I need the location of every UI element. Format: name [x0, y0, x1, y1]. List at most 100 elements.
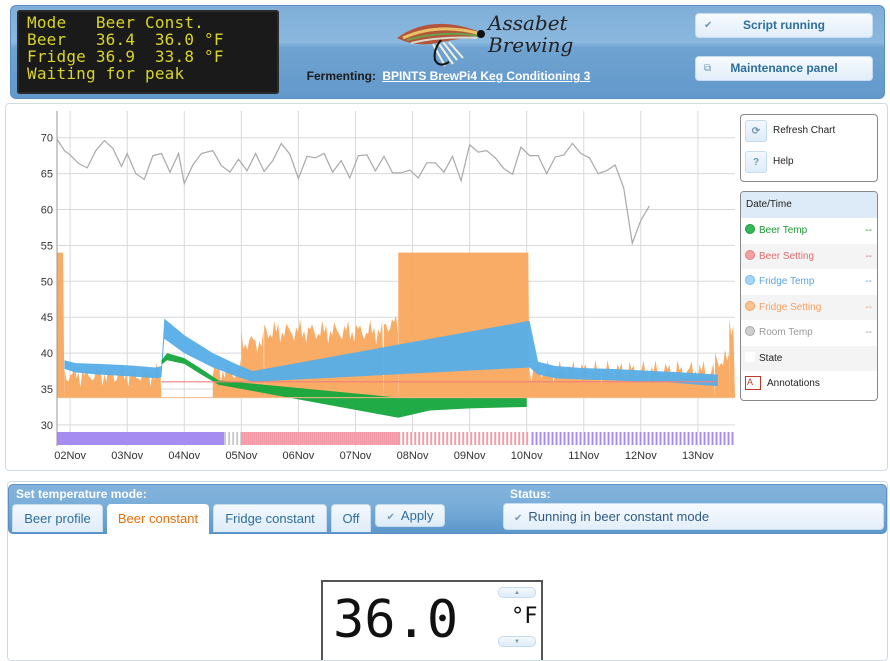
state-segment	[287, 432, 290, 445]
chart-controls: ⟳ Refresh Chart ? Help	[740, 114, 878, 182]
legend-datetime: Date/Time	[741, 192, 877, 218]
state-segment	[436, 432, 439, 445]
state-segment	[109, 432, 111, 445]
state-segment	[228, 432, 231, 445]
x-tick-label: 04Nov	[168, 450, 200, 462]
legend-label: Annotations	[767, 378, 820, 389]
state-segment	[621, 432, 624, 445]
state-segment	[414, 432, 417, 445]
state-segment	[135, 432, 137, 445]
state-segment	[645, 432, 648, 445]
help-icon: ?	[745, 151, 767, 173]
state-segment	[573, 432, 576, 445]
state-segment	[488, 432, 491, 445]
state-segment	[61, 432, 63, 445]
fridge-setting-bar	[715, 349, 730, 398]
state-segment	[504, 432, 507, 445]
state-segment	[587, 432, 590, 445]
tab-off[interactable]: Off	[331, 504, 371, 532]
state-segment	[363, 432, 366, 445]
x-tick-label: 06Nov	[283, 450, 315, 462]
state-segment	[687, 432, 690, 445]
state-segment	[77, 432, 79, 445]
state-segment	[549, 432, 552, 445]
state-segment	[333, 432, 336, 445]
state-segment	[719, 432, 722, 445]
state-segment	[101, 432, 103, 445]
setpoint-unit: °F	[511, 604, 538, 629]
apply-button[interactable]: ✔ Apply	[375, 504, 445, 527]
state-segment	[121, 432, 123, 445]
state-segment	[633, 432, 636, 445]
legend-item-beer-setting[interactable]: Beer Setting --	[741, 243, 877, 269]
state-segment	[309, 432, 312, 445]
state-segment	[410, 432, 413, 445]
legend-item-room-temp[interactable]: Room Temp --	[741, 320, 877, 346]
tab-beer-profile[interactable]: Beer profile	[12, 504, 103, 532]
state-segment	[440, 432, 443, 445]
state-segment	[261, 432, 264, 445]
help-label: Help	[773, 156, 794, 167]
legend-item-state[interactable]: State	[741, 345, 877, 371]
state-segment	[607, 432, 610, 445]
legend-value: --	[865, 276, 872, 287]
state-segment	[589, 432, 592, 445]
state-segment	[442, 432, 445, 445]
state-segment	[665, 432, 668, 445]
state-segment	[543, 432, 546, 445]
state-segment	[531, 432, 534, 445]
state-segment	[420, 432, 423, 445]
state-segment	[731, 432, 734, 445]
state-segment	[729, 432, 732, 445]
setpoint-input[interactable]: 36.0 ▲ °F ▼	[321, 580, 543, 660]
state-segment	[603, 432, 606, 445]
state-segment	[273, 432, 276, 445]
legend-item-beer-temp[interactable]: Beer Temp --	[741, 218, 877, 244]
state-segment	[516, 432, 519, 445]
x-tick-label: 05Nov	[225, 450, 257, 462]
state-segment	[93, 432, 95, 445]
state-segment	[89, 432, 91, 445]
state-segment	[303, 432, 306, 445]
setpoint-value[interactable]: 36.0	[333, 590, 458, 650]
state-segment	[416, 432, 419, 445]
state-segment	[234, 432, 237, 445]
state-segment	[673, 432, 676, 445]
state-segment	[226, 432, 229, 445]
state-segment	[71, 432, 73, 445]
tab-fridge-constant[interactable]: Fridge constant	[213, 504, 327, 532]
state-segment	[627, 432, 630, 445]
state-segment	[629, 432, 632, 445]
state-segment	[115, 432, 117, 445]
state-segment	[345, 432, 348, 445]
apply-label: Apply	[400, 508, 434, 523]
state-segment	[583, 432, 586, 445]
state-segment	[512, 432, 515, 445]
state-segment	[695, 432, 698, 445]
state-segment	[593, 432, 596, 445]
state-segment	[97, 432, 99, 445]
state-segment	[537, 432, 540, 445]
state-segment	[113, 432, 115, 445]
state-segment	[295, 432, 298, 445]
state-segment	[249, 432, 252, 445]
state-segment	[541, 432, 544, 445]
state-segment	[514, 432, 517, 445]
help-button[interactable]: ? Help	[745, 151, 794, 173]
state-segment	[713, 432, 716, 445]
legend-item-annotations[interactable]: A Annotations	[741, 371, 877, 397]
state-segment	[337, 432, 340, 445]
refresh-chart-button[interactable]: ⟳ Refresh Chart	[745, 120, 835, 142]
legend-item-fridge-temp[interactable]: Fridge Temp --	[741, 269, 877, 295]
state-segment	[671, 432, 674, 445]
increase-button[interactable]: ▲	[498, 587, 536, 598]
state-segment	[393, 432, 396, 445]
tab-beer-constant[interactable]: Beer constant	[107, 504, 209, 535]
state-segment	[224, 432, 227, 445]
state-segment	[400, 432, 403, 445]
legend-item-fridge-setting[interactable]: Fridge Setting --	[741, 294, 877, 320]
x-tick-label: 09Nov	[454, 450, 486, 462]
decrease-button[interactable]: ▼	[498, 636, 536, 647]
check-icon: ✔	[514, 513, 523, 524]
state-segment	[601, 432, 604, 445]
